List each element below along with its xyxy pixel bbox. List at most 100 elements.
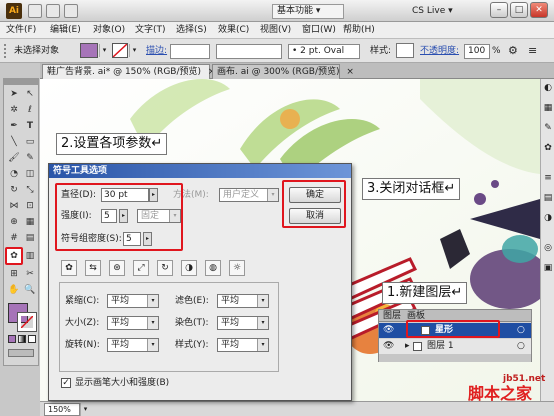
rotate-tool-icon[interactable]: ↻ xyxy=(7,183,21,197)
menu-effect[interactable]: 效果(C) xyxy=(218,24,249,37)
style-select[interactable]: 平均 ▾ xyxy=(217,338,269,352)
layer-target-icon[interactable]: ○ xyxy=(517,323,525,338)
drawing-mode-buttons[interactable] xyxy=(8,349,34,357)
visibility-eye-icon[interactable]: 👁 xyxy=(383,339,394,354)
stroke-color-box[interactable] xyxy=(17,312,37,332)
size-select[interactable]: 平均 ▾ xyxy=(107,316,159,330)
brush-definition-field[interactable]: • 2 pt. Oval xyxy=(288,44,360,59)
symbol-sprayer-icon[interactable]: ✿ xyxy=(61,260,77,276)
expand-triangle-icon[interactable]: ▸ xyxy=(405,339,410,354)
arrange-documents-icon[interactable] xyxy=(46,4,60,18)
spin-select[interactable]: 平均 ▾ xyxy=(107,338,159,352)
tools-panel-header[interactable] xyxy=(4,79,38,85)
stroke-swatch[interactable] xyxy=(112,43,128,58)
menu-edit[interactable]: 编辑(E) xyxy=(50,24,81,37)
rectangle-tool-icon[interactable]: ▭ xyxy=(23,135,37,149)
zoom-tool-icon[interactable]: 🔍 xyxy=(23,283,37,297)
close-button[interactable]: ✕ xyxy=(530,2,548,18)
layer-row-layer1[interactable]: 👁 ▸ 图层 1 ○ xyxy=(379,339,531,354)
minimize-button[interactable]: – xyxy=(490,2,508,18)
width-tool-icon[interactable]: ⋈ xyxy=(7,199,21,213)
tab-close-icon[interactable]: × xyxy=(346,67,354,77)
eraser-tool-icon[interactable]: ◫ xyxy=(23,167,37,181)
screen-select[interactable]: 平均 ▾ xyxy=(217,294,269,308)
stain-select[interactable]: 平均 ▾ xyxy=(217,316,269,330)
layer-name[interactable]: 图层 1 xyxy=(427,339,454,354)
gradient-tool-icon[interactable]: ▤ xyxy=(23,231,37,245)
symbol-spinner-icon[interactable]: ↻ xyxy=(157,260,173,276)
tab-canvas[interactable]: 画布. ai @ 300% (RGB/预览) × xyxy=(212,64,354,79)
type-tool-icon[interactable]: T xyxy=(23,119,37,133)
menu-select[interactable]: 选择(S) xyxy=(176,24,207,37)
brushes-panel-icon[interactable]: ✎ xyxy=(542,123,554,135)
graphic-styles-panel-icon[interactable]: ▣ xyxy=(542,263,554,275)
menu-object[interactable]: 对象(O) xyxy=(93,24,125,37)
direct-selection-tool-icon[interactable]: ↖ xyxy=(23,87,37,101)
color-panel-icon[interactable]: ◐ xyxy=(542,83,554,95)
fill-swatch[interactable] xyxy=(80,43,98,58)
stroke-label[interactable]: 描边: xyxy=(146,44,167,58)
stroke-dropdown-arrow[interactable]: ▾ xyxy=(129,44,139,57)
style-swatch[interactable] xyxy=(396,43,414,58)
menu-file[interactable]: 文件(F) xyxy=(6,24,36,37)
visibility-eye-icon[interactable]: 👁 xyxy=(383,323,394,338)
menu-view[interactable]: 视图(V) xyxy=(260,24,291,37)
view-icon[interactable] xyxy=(64,4,78,18)
variable-width-profile[interactable] xyxy=(216,44,282,59)
stroke-weight-field[interactable] xyxy=(170,44,210,59)
hand-tool-icon[interactable]: ✋ xyxy=(7,283,21,297)
symbol-shifter-icon[interactable]: ⇆ xyxy=(85,260,101,276)
appearance-panel-icon[interactable]: ◎ xyxy=(542,243,554,255)
menu-window[interactable]: 窗口(W) xyxy=(302,24,336,37)
show-brush-size-checkbox[interactable]: ✓ xyxy=(61,378,71,388)
column-graph-tool-icon[interactable]: ▥ xyxy=(23,249,37,263)
cs-live-button[interactable]: CS Live ▾ xyxy=(412,4,453,19)
lasso-tool-icon[interactable]: ℓ xyxy=(23,103,37,117)
none-mode-button[interactable] xyxy=(28,335,36,343)
blob-brush-tool-icon[interactable]: ◔ xyxy=(7,167,21,181)
magic-wand-tool-icon[interactable]: ✲ xyxy=(7,103,21,117)
fill-dropdown-arrow[interactable]: ▾ xyxy=(99,44,109,57)
perspective-grid-tool-icon[interactable]: ▦ xyxy=(23,215,37,229)
opacity-field[interactable]: 100 xyxy=(464,44,490,59)
layer-target-icon[interactable]: ○ xyxy=(517,339,525,354)
symbol-sprayer-tool-icon[interactable]: ✿ xyxy=(5,247,23,265)
shape-builder-tool-icon[interactable]: ⊕ xyxy=(7,215,21,229)
menu-help[interactable]: 帮助(H) xyxy=(343,24,375,37)
selection-tool-icon[interactable]: ➤ xyxy=(7,87,21,101)
paintbrush-tool-icon[interactable]: 🖌 xyxy=(7,151,21,165)
grip-handle[interactable] xyxy=(4,44,6,58)
stroke-panel-icon[interactable]: ≡ xyxy=(542,173,554,185)
menu-type[interactable]: 文字(T) xyxy=(135,24,166,37)
symbol-scruncher-icon[interactable]: ⊛ xyxy=(109,260,125,276)
gradient-mode-button[interactable] xyxy=(18,335,26,343)
transparency-panel-icon[interactable]: ◑ xyxy=(542,213,554,225)
bridge-icon[interactable] xyxy=(28,4,42,18)
color-mode-button[interactable] xyxy=(8,335,16,343)
panel-menu-icon[interactable]: ≡ xyxy=(528,44,542,58)
swatches-panel-icon[interactable]: ▦ xyxy=(542,103,554,115)
line-tool-icon[interactable]: ╲ xyxy=(7,135,21,149)
opacity-label[interactable]: 不透明度: xyxy=(420,44,459,58)
symbols-panel-icon[interactable]: ✿ xyxy=(542,143,554,155)
pencil-tool-icon[interactable]: ✎ xyxy=(23,151,37,165)
symbol-stainer-icon[interactable]: ◑ xyxy=(181,260,197,276)
maximize-button[interactable]: □ xyxy=(510,2,528,18)
symbol-screener-icon[interactable]: ◍ xyxy=(205,260,221,276)
artboard-tool-icon[interactable]: ⊞ xyxy=(7,267,21,281)
workspace-switcher[interactable]: 基本功能 ▾ xyxy=(272,4,344,19)
scale-tool-icon[interactable]: ⤡ xyxy=(23,183,37,197)
free-transform-tool-icon[interactable]: ⊡ xyxy=(23,199,37,213)
gradient-panel-icon[interactable]: ▤ xyxy=(542,193,554,205)
symbol-sizer-icon[interactable]: ⤢ xyxy=(133,260,149,276)
zoom-level-field[interactable]: 150% xyxy=(44,403,80,416)
zoom-dropdown-arrow[interactable]: ▾ xyxy=(80,403,90,416)
tab-shoe-ad-background[interactable]: 鞋广告背景. ai* @ 150% (RGB/预览) × xyxy=(42,64,215,79)
recolor-icon[interactable]: ⚙ xyxy=(508,44,522,58)
mesh-tool-icon[interactable]: # xyxy=(7,231,21,245)
slice-tool-icon[interactable]: ✂ xyxy=(23,267,37,281)
symbol-styler-icon[interactable]: ☼ xyxy=(229,260,245,276)
scrunch-select[interactable]: 平均 ▾ xyxy=(107,294,159,308)
tab-layers[interactable]: 图层 xyxy=(383,310,401,322)
pen-tool-icon[interactable]: ✒ xyxy=(7,119,21,133)
